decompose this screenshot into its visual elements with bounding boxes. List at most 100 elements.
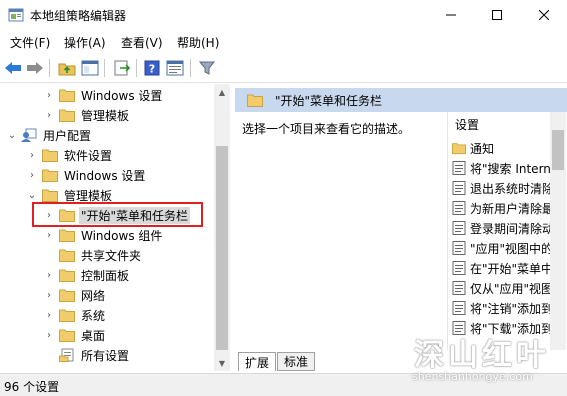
folder-icon: [42, 149, 58, 162]
minimize-button[interactable]: [428, 0, 474, 30]
folder-icon: [42, 169, 58, 182]
folder-icon: [59, 269, 75, 282]
close-button[interactable]: [521, 0, 567, 30]
svg-text:?: ?: [149, 63, 155, 76]
tree-scrollbar[interactable]: ▲ ▼: [214, 84, 230, 371]
details-header: "开始"菜单和任务栏: [235, 88, 567, 112]
menu-action[interactable]: 操作(A): [64, 34, 106, 51]
expand-arrow-icon[interactable]: ›: [43, 105, 55, 125]
scroll-down-arrow-icon[interactable]: ▼: [214, 355, 230, 371]
close-icon: [539, 10, 549, 20]
user-config-icon: [21, 128, 37, 142]
folder-open-icon: [42, 189, 58, 202]
properties-icon: [166, 60, 184, 76]
folder-icon: [59, 309, 75, 322]
tree-scroll-thumb[interactable]: [216, 146, 228, 350]
watermark-logo-text: 深山红叶: [414, 338, 550, 373]
forward-arrow-icon: [27, 62, 43, 74]
tree-item-network[interactable]: › 网络: [43, 285, 107, 305]
show-hide-tree-button[interactable]: [80, 58, 100, 78]
list-item[interactable]: 为新用户清除最: [452, 198, 564, 218]
setting-icon: [452, 201, 466, 215]
tree-item-user-windows-settings[interactable]: › Windows 设置: [26, 165, 147, 185]
up-folder-button[interactable]: [57, 58, 77, 78]
list-item[interactable]: 登录期间清除动: [452, 218, 564, 238]
menu-view[interactable]: 查看(V): [121, 34, 163, 51]
tree-item-user-configuration[interactable]: ⌄ 用户配置: [6, 125, 93, 145]
tree-item-desktop[interactable]: › 桌面: [43, 325, 107, 345]
forward-button[interactable]: [25, 58, 45, 78]
menu-help[interactable]: 帮助(H): [177, 34, 219, 51]
tree-item-shared-folders[interactable]: 共享文件夹: [43, 245, 143, 265]
expand-arrow-icon[interactable]: ›: [43, 265, 55, 285]
watermark: 深山红叶 shenshanhongye.com: [412, 330, 562, 390]
export-list-button[interactable]: [112, 58, 132, 78]
collapse-arrow-icon[interactable]: ⌄: [6, 125, 18, 145]
setting-icon: [452, 161, 466, 175]
help-button[interactable]: ?: [142, 58, 162, 78]
list-item[interactable]: "应用"视图中的: [452, 238, 564, 258]
settings-column-header[interactable]: 设置: [455, 116, 479, 133]
tree-item-control-panel[interactable]: › 控制面板: [43, 265, 131, 285]
toolbar: ?: [0, 55, 567, 81]
details-header-title: "开始"菜单和任务栏: [275, 93, 383, 108]
maximize-button[interactable]: [474, 0, 520, 30]
window-title: 本地组策略编辑器: [30, 9, 127, 23]
details-pane: "开始"菜单和任务栏 选择一个项目来查看它的描述。 设置 通知 将"搜索 Int…: [232, 84, 567, 371]
menu-bar: 文件(F) 操作(A) 查看(V) 帮助(H): [0, 32, 567, 52]
scroll-up-arrow-icon[interactable]: ▲: [214, 84, 230, 100]
folder-icon: [59, 289, 75, 302]
expand-arrow-icon[interactable]: ›: [43, 225, 55, 245]
gpedit-window: 本地组策略编辑器 文件(F) 操作(A) 查看(V) 帮助(H) ? › Win…: [0, 0, 567, 396]
back-arrow-icon: [5, 62, 21, 74]
list-item[interactable]: 将"搜索 Intern: [452, 158, 564, 178]
tree-item-computer-windows-settings[interactable]: › Windows 设置: [43, 85, 164, 105]
filter-icon: [199, 61, 215, 75]
folder-icon: [59, 89, 75, 102]
folder-icon: [59, 109, 75, 122]
tree-item-windows-components[interactable]: › Windows 组件: [43, 225, 164, 245]
tree-item-computer-admin-templates[interactable]: › 管理模板: [43, 105, 131, 125]
gpedit-app-icon: [8, 8, 24, 22]
settings-list: 设置 通知 将"搜索 Intern 退出系统时清除 为新用户清除最 登录期间清除…: [447, 112, 565, 350]
list-item[interactable]: 通知: [452, 138, 564, 158]
tab-standard[interactable]: 标准: [277, 352, 316, 371]
list-item[interactable]: 将"注销"添加到: [452, 298, 564, 318]
expand-arrow-icon[interactable]: ›: [43, 305, 55, 325]
watermark-url: shenshanhongye.com: [412, 370, 533, 383]
expand-arrow-icon[interactable]: ›: [26, 165, 38, 185]
export-list-icon: [114, 60, 131, 76]
all-settings-icon: [59, 348, 74, 362]
expand-arrow-icon[interactable]: ›: [43, 325, 55, 345]
expand-arrow-icon[interactable]: ›: [43, 85, 55, 105]
settings-scrollbar[interactable]: [550, 112, 566, 350]
setting-icon: [452, 281, 466, 295]
settings-scroll-thumb[interactable]: [552, 130, 564, 170]
help-icon: ?: [144, 60, 160, 76]
console-tree-icon: [81, 60, 99, 76]
status-count: 96 个设置: [4, 380, 60, 394]
list-item[interactable]: 在"开始"菜单中: [452, 258, 564, 278]
tab-extended[interactable]: 扩展: [238, 352, 277, 371]
tree-item-software-settings[interactable]: › 软件设置: [26, 145, 114, 165]
expand-arrow-icon[interactable]: ›: [26, 145, 38, 165]
list-item[interactable]: 退出系统时清除: [452, 178, 564, 198]
back-button[interactable]: [3, 58, 23, 78]
selection-highlight-box: [32, 202, 203, 227]
folder-icon: [59, 229, 75, 242]
tree-item-system[interactable]: › 系统: [43, 305, 107, 325]
setting-icon: [452, 241, 466, 255]
minimize-icon: [446, 14, 456, 16]
setting-icon: [452, 221, 466, 235]
expand-arrow-icon[interactable]: ›: [43, 285, 55, 305]
up-folder-icon: [58, 63, 76, 76]
menu-file[interactable]: 文件(F): [10, 34, 50, 51]
properties-button[interactable]: [165, 58, 185, 78]
tree-pane: › Windows 设置 › 管理模板 ⌄ 用户配置 › 软件设置 › Wind…: [0, 84, 230, 371]
setting-icon: [452, 301, 466, 315]
filter-button[interactable]: [197, 58, 217, 78]
list-item[interactable]: 仅从"应用"视图: [452, 278, 564, 298]
tree-item-all-settings[interactable]: 所有设置: [43, 345, 131, 365]
folder-icon: [247, 94, 263, 107]
maximize-icon: [492, 10, 502, 20]
